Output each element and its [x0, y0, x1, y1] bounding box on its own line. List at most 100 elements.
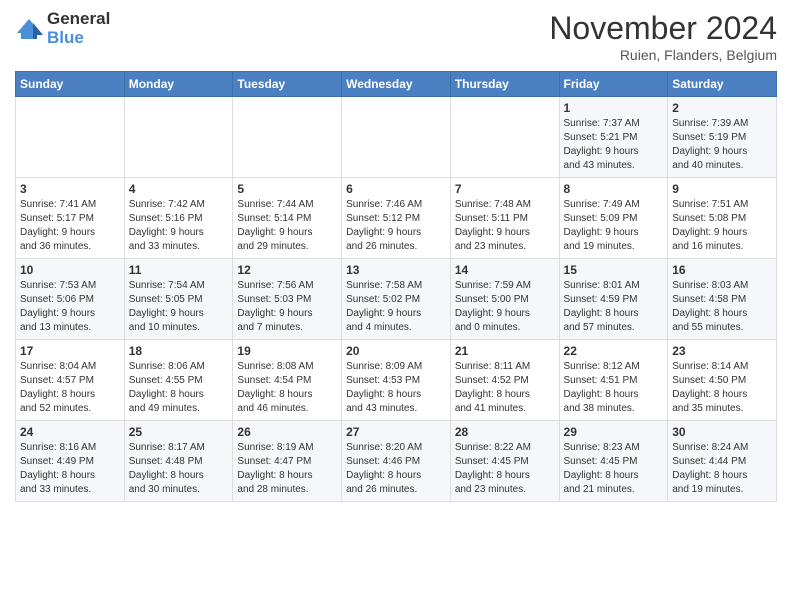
calendar-cell: 4Sunrise: 7:42 AM Sunset: 5:16 PM Daylig… [124, 178, 233, 259]
calendar-header: Sunday Monday Tuesday Wednesday Thursday… [16, 72, 777, 97]
day-info: Sunrise: 8:23 AM Sunset: 4:45 PM Dayligh… [564, 441, 664, 497]
day-info: Sunrise: 8:20 AM Sunset: 4:46 PM Dayligh… [346, 441, 446, 497]
day-number: 26 [237, 425, 337, 439]
day-info: Sunrise: 8:08 AM Sunset: 4:54 PM Dayligh… [237, 360, 337, 416]
day-number: 12 [237, 263, 337, 277]
day-number: 25 [129, 425, 229, 439]
day-number: 11 [129, 263, 229, 277]
day-number: 19 [237, 344, 337, 358]
calendar-cell: 16 Sunrise: 8:03 AM Sunset: 4:58 PM Dayli… [668, 259, 777, 340]
day-number: 1 [564, 101, 664, 115]
calendar-cell: 21 Sunrise: 8:11 AM Sunset: 4:52 PM Dayli… [450, 340, 559, 421]
calendar-cell: 11 Sunrise: 7:54 AM Sunset: 5:05 PM Dayli… [124, 259, 233, 340]
day-info: Sunrise: 8:09 AM Sunset: 4:53 PM Dayligh… [346, 360, 446, 416]
calendar-cell: 12 Sunrise: 7:56 AM Sunset: 5:03 PM Dayli… [233, 259, 342, 340]
calendar-cell: 19 Sunrise: 8:08 AM Sunset: 4:54 PM Dayli… [233, 340, 342, 421]
day-info: Sunrise: 7:53 AM Sunset: 5:06 PM Dayligh… [20, 279, 120, 335]
header-wednesday: Wednesday [342, 72, 451, 97]
calendar-week-0: 1 Sunrise: 7:37 AM Sunset: 5:21 PM Daylig… [16, 97, 777, 178]
calendar-cell: 1 Sunrise: 7:37 AM Sunset: 5:21 PM Daylig… [559, 97, 668, 178]
calendar-cell: 13 Sunrise: 7:58 AM Sunset: 5:02 PM Dayli… [342, 259, 451, 340]
day-info: Sunrise: 7:58 AM Sunset: 5:02 PM Dayligh… [346, 279, 446, 335]
calendar-cell: 24Sunrise: 8:16 AM Sunset: 4:49 PM Dayli… [16, 421, 125, 502]
day-number: 28 [455, 425, 555, 439]
logo-text: General Blue [47, 10, 110, 47]
day-number: 10 [20, 263, 120, 277]
day-number: 21 [455, 344, 555, 358]
calendar-table: Sunday Monday Tuesday Wednesday Thursday… [15, 71, 777, 502]
day-number: 27 [346, 425, 446, 439]
header-monday: Monday [124, 72, 233, 97]
day-info: Sunrise: 8:24 AM Sunset: 4:44 PM Dayligh… [672, 441, 772, 497]
day-number: 4 [129, 182, 229, 196]
calendar-cell: 8 Sunrise: 7:49 AM Sunset: 5:09 PM Daylig… [559, 178, 668, 259]
calendar-cell: 6 Sunrise: 7:46 AM Sunset: 5:12 PM Daylig… [342, 178, 451, 259]
day-info: Sunrise: 7:41 AM Sunset: 5:17 PM Dayligh… [20, 198, 120, 254]
day-number: 14 [455, 263, 555, 277]
calendar-cell: 25 Sunrise: 8:17 AM Sunset: 4:48 PM Dayli… [124, 421, 233, 502]
day-number: 8 [564, 182, 664, 196]
calendar-cell: 30 Sunrise: 8:24 AM Sunset: 4:44 PM Dayli… [668, 421, 777, 502]
day-info: Sunrise: 8:16 AM Sunset: 4:49 PM Dayligh… [20, 441, 120, 497]
day-info: Sunrise: 7:59 AM Sunset: 5:00 PM Dayligh… [455, 279, 555, 335]
logo: General Blue [15, 10, 110, 47]
day-info: Sunrise: 8:11 AM Sunset: 4:52 PM Dayligh… [455, 360, 555, 416]
day-info: Sunrise: 7:48 AM Sunset: 5:11 PM Dayligh… [455, 198, 555, 254]
calendar-cell: 5 Sunrise: 7:44 AM Sunset: 5:14 PM Daylig… [233, 178, 342, 259]
header-friday: Friday [559, 72, 668, 97]
day-info: Sunrise: 8:17 AM Sunset: 4:48 PM Dayligh… [129, 441, 229, 497]
day-info: Sunrise: 7:39 AM Sunset: 5:19 PM Dayligh… [672, 117, 772, 173]
day-number: 16 [672, 263, 772, 277]
header-sunday: Sunday [16, 72, 125, 97]
calendar-cell: 18Sunrise: 8:06 AM Sunset: 4:55 PM Dayli… [124, 340, 233, 421]
calendar-cell [16, 97, 125, 178]
day-info: Sunrise: 7:46 AM Sunset: 5:12 PM Dayligh… [346, 198, 446, 254]
day-info: Sunrise: 7:56 AM Sunset: 5:03 PM Dayligh… [237, 279, 337, 335]
day-number: 17 [20, 344, 120, 358]
calendar-week-3: 17 Sunrise: 8:04 AM Sunset: 4:57 PM Dayli… [16, 340, 777, 421]
calendar-cell [342, 97, 451, 178]
calendar-cell: 23Sunrise: 8:14 AM Sunset: 4:50 PM Dayli… [668, 340, 777, 421]
logo-blue: Blue [47, 29, 110, 48]
day-info: Sunrise: 8:04 AM Sunset: 4:57 PM Dayligh… [20, 360, 120, 416]
logo-icon [15, 15, 43, 43]
location: Ruien, Flanders, Belgium [549, 47, 777, 63]
calendar-cell: 9Sunrise: 7:51 AM Sunset: 5:08 PM Daylig… [668, 178, 777, 259]
day-number: 13 [346, 263, 446, 277]
day-info: Sunrise: 8:01 AM Sunset: 4:59 PM Dayligh… [564, 279, 664, 335]
day-number: 6 [346, 182, 446, 196]
calendar-cell: 28Sunrise: 8:22 AM Sunset: 4:45 PM Dayli… [450, 421, 559, 502]
day-number: 15 [564, 263, 664, 277]
header-row-days: Sunday Monday Tuesday Wednesday Thursday… [16, 72, 777, 97]
day-info: Sunrise: 8:03 AM Sunset: 4:58 PM Dayligh… [672, 279, 772, 335]
day-number: 3 [20, 182, 120, 196]
day-number: 22 [564, 344, 664, 358]
title-area: November 2024 Ruien, Flanders, Belgium [549, 10, 777, 63]
calendar-cell: 26Sunrise: 8:19 AM Sunset: 4:47 PM Dayli… [233, 421, 342, 502]
calendar-cell [450, 97, 559, 178]
calendar-week-1: 3 Sunrise: 7:41 AM Sunset: 5:17 PM Daylig… [16, 178, 777, 259]
day-number: 29 [564, 425, 664, 439]
day-number: 5 [237, 182, 337, 196]
header-row: General Blue November 2024 Ruien, Flande… [15, 10, 777, 63]
day-info: Sunrise: 7:37 AM Sunset: 5:21 PM Dayligh… [564, 117, 664, 173]
day-info: Sunrise: 8:12 AM Sunset: 4:51 PM Dayligh… [564, 360, 664, 416]
day-info: Sunrise: 8:14 AM Sunset: 4:50 PM Dayligh… [672, 360, 772, 416]
day-info: Sunrise: 7:44 AM Sunset: 5:14 PM Dayligh… [237, 198, 337, 254]
day-number: 20 [346, 344, 446, 358]
day-number: 30 [672, 425, 772, 439]
day-info: Sunrise: 7:49 AM Sunset: 5:09 PM Dayligh… [564, 198, 664, 254]
day-info: Sunrise: 7:54 AM Sunset: 5:05 PM Dayligh… [129, 279, 229, 335]
logo-general: General [47, 10, 110, 29]
calendar-cell [124, 97, 233, 178]
calendar-cell: 2Sunrise: 7:39 AM Sunset: 5:19 PM Daylig… [668, 97, 777, 178]
calendar-cell: 27 Sunrise: 8:20 AM Sunset: 4:46 PM Dayli… [342, 421, 451, 502]
header-saturday: Saturday [668, 72, 777, 97]
calendar-cell: 22 Sunrise: 8:12 AM Sunset: 4:51 PM Dayli… [559, 340, 668, 421]
calendar-cell: 3 Sunrise: 7:41 AM Sunset: 5:17 PM Daylig… [16, 178, 125, 259]
calendar-cell: 20 Sunrise: 8:09 AM Sunset: 4:53 PM Dayli… [342, 340, 451, 421]
day-number: 7 [455, 182, 555, 196]
calendar-cell [233, 97, 342, 178]
month-title: November 2024 [549, 10, 777, 47]
calendar-cell: 15 Sunrise: 8:01 AM Sunset: 4:59 PM Dayli… [559, 259, 668, 340]
